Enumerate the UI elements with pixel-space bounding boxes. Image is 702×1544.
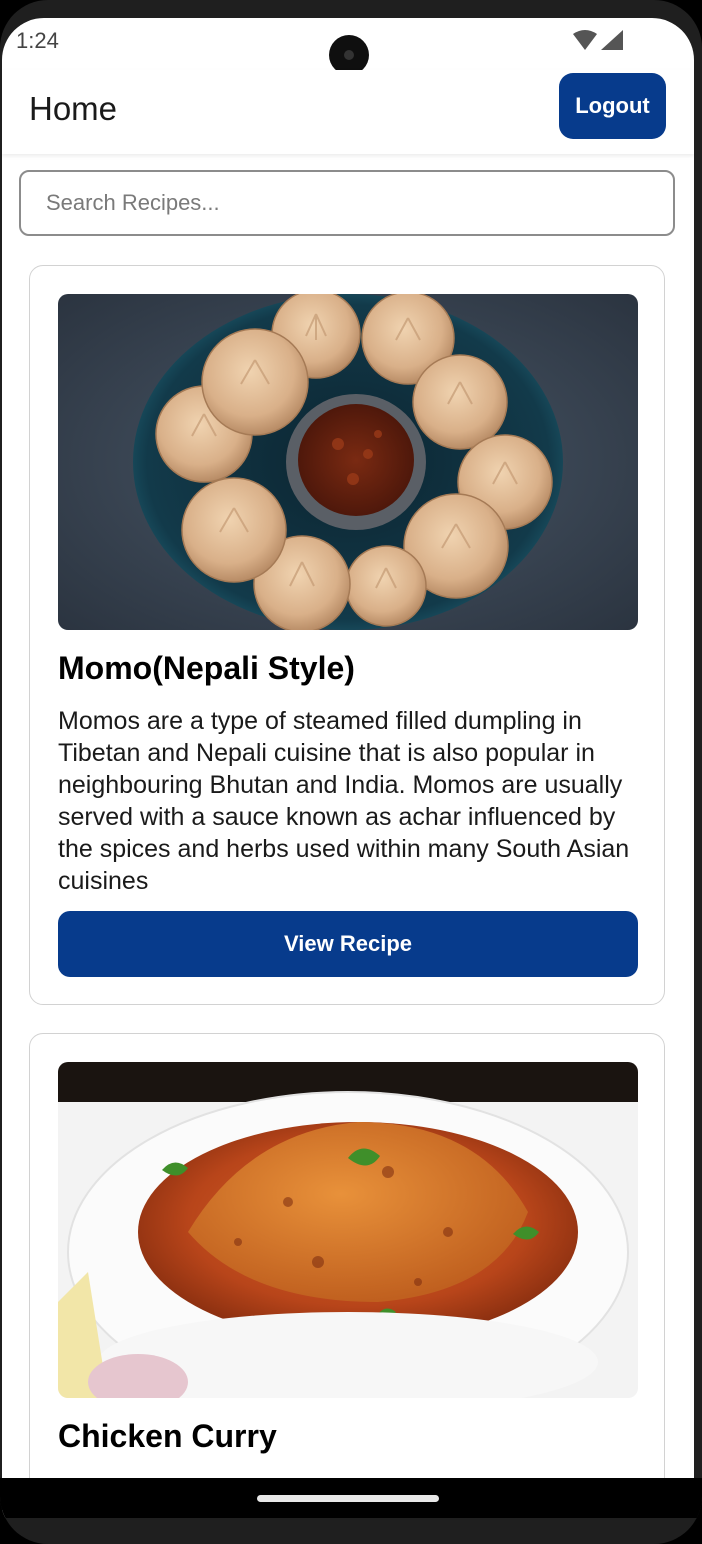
view-recipe-button[interactable]: View Recipe — [58, 911, 638, 977]
wifi-icon — [573, 30, 597, 50]
status-time: 1:24 — [16, 28, 59, 53]
home-gesture-handle[interactable] — [257, 1495, 439, 1502]
app-screen: 1:24 Home Logout Search Recipes... Momo(… — [2, 18, 694, 1518]
page-title: Home — [29, 90, 118, 127]
recipe-card: Momo(Nepali Style) Momos are a type of s… — [29, 265, 665, 1005]
recipe-description: Momos are a type of steamed filled dumpl… — [58, 707, 630, 895]
cell-signal-icon — [601, 30, 623, 50]
app-header: Home Logout — [2, 70, 694, 154]
recipe-title: Chicken Curry — [58, 1418, 277, 1454]
logout-button[interactable]: Logout — [559, 73, 666, 139]
system-nav-bar — [0, 1478, 702, 1518]
front-camera — [329, 35, 369, 75]
recipe-image-chicken-curry — [58, 1062, 638, 1398]
device-frame: 1:24 Home Logout Search Recipes... Momo(… — [0, 0, 702, 1544]
recipe-image-momo — [58, 294, 638, 630]
recipe-title: Momo(Nepali Style) — [58, 650, 355, 686]
status-bar: 1:24 — [2, 18, 694, 75]
search-input[interactable] — [19, 170, 675, 236]
recipe-card: Chicken Curry — [29, 1033, 665, 1518]
